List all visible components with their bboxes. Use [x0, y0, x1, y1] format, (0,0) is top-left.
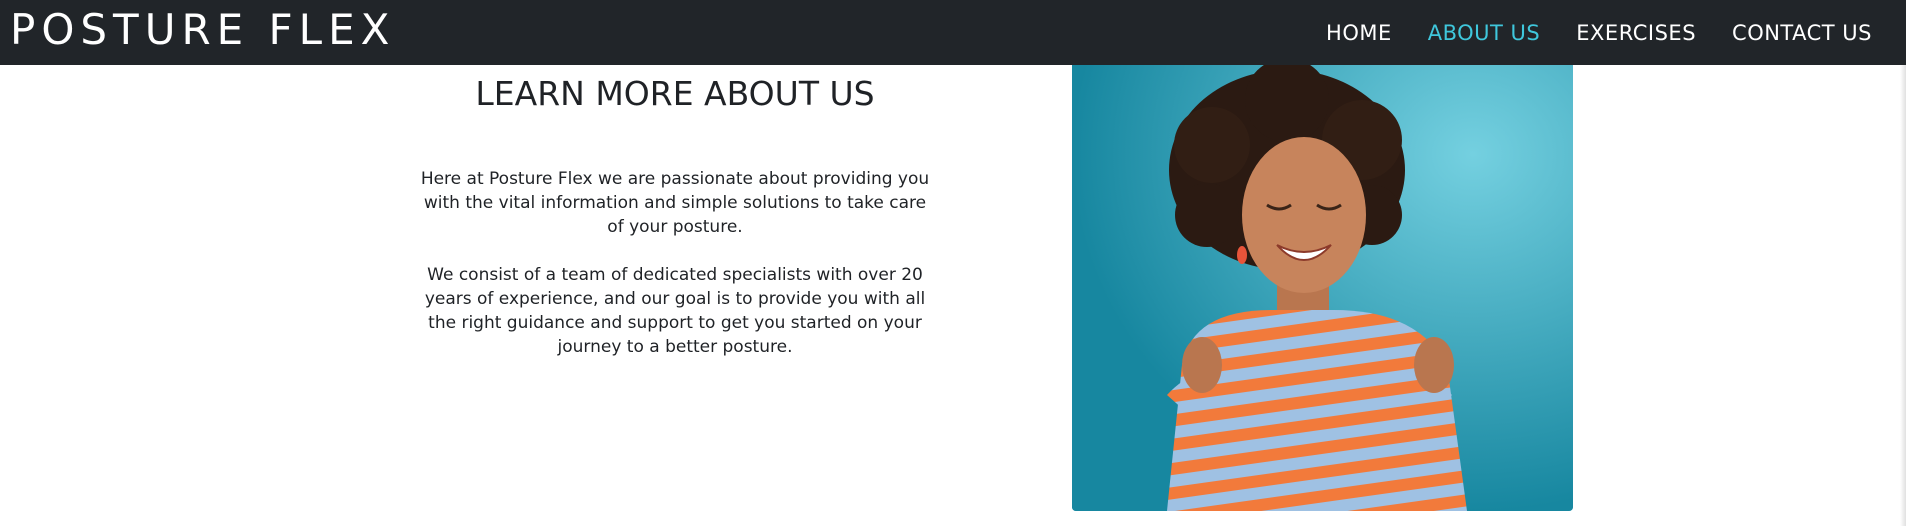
about-photo: [1072, 65, 1573, 511]
page: POSTURE FLEX HOME ABOUT US EXERCISES CON…: [0, 0, 1906, 526]
nav-link-exercises[interactable]: EXERCISES: [1576, 20, 1696, 46]
about-paragraph: We consist of a team of dedicated specia…: [424, 265, 926, 357]
about-paragraph: Here at Posture Flex we are passionate a…: [420, 169, 930, 237]
nav-link-about-us[interactable]: ABOUT US: [1428, 20, 1541, 46]
woman-hugging-photo: [1072, 65, 1573, 511]
navbar: POSTURE FLEX HOME ABOUT US EXERCISES CON…: [0, 0, 1906, 65]
nav-links: HOME ABOUT US EXERCISES CONTACT US: [1326, 20, 1872, 46]
nav-link-contact-us[interactable]: CONTACT US: [1732, 20, 1872, 46]
brand-logo[interactable]: POSTURE FLEX: [10, 6, 395, 54]
about-heading: LEARN MORE ABOUT US: [475, 74, 875, 113]
page-edge-shadow: [1900, 65, 1906, 526]
nav-link-home[interactable]: HOME: [1326, 20, 1392, 46]
